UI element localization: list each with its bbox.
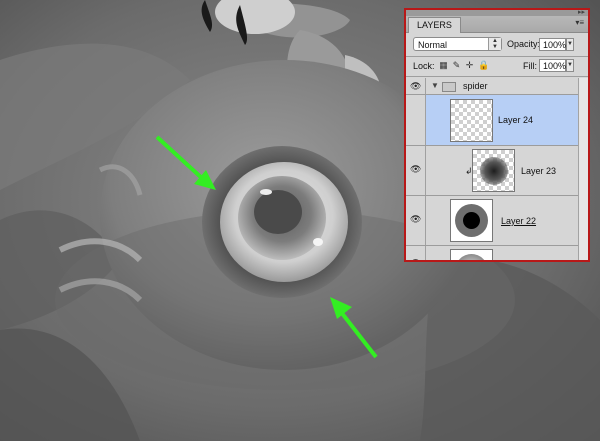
lock-position-icon[interactable]: ✛ xyxy=(465,61,474,70)
layer-row-23[interactable]: 👁 ↲ Layer 23 xyxy=(406,146,588,196)
lock-all-icon[interactable]: 🔒 xyxy=(478,61,489,70)
visibility-toggle[interactable]: 👁 xyxy=(406,246,426,260)
blend-mode-select[interactable]: Normal ▲ ▼ xyxy=(413,37,502,51)
eye-icon: 👁 xyxy=(410,214,422,224)
tab-layers[interactable]: LAYERS xyxy=(408,17,461,33)
fill-label: Fill: xyxy=(523,61,537,71)
collapse-icon[interactable]: ▸▸ xyxy=(578,10,585,16)
panel-title-grip[interactable]: ▸▸ xyxy=(406,10,588,16)
visibility-toggle[interactable]: 👁 xyxy=(406,196,426,245)
layers-scrollbar[interactable] xyxy=(578,78,588,260)
group-name: spider xyxy=(463,81,488,91)
fill-field[interactable]: 100% xyxy=(539,59,566,72)
layer-thumbnail xyxy=(450,99,493,142)
panel-tab-bar: ▸▸ LAYERS ▾≡ xyxy=(406,10,588,33)
visibility-toggle[interactable]: 👁 xyxy=(406,78,426,94)
visibility-toggle[interactable] xyxy=(406,95,426,145)
eye-icon: 👁 xyxy=(410,164,422,174)
layer-name: Layer 23 xyxy=(521,166,557,176)
folder-icon xyxy=(442,82,456,92)
layer-thumbnail xyxy=(450,249,493,260)
disclosure-triangle-icon[interactable]: ▼ xyxy=(431,81,439,90)
layer-name: Layer 24 xyxy=(498,115,534,125)
blend-mode-value: Normal xyxy=(418,40,448,50)
layer-name: Layer 22 xyxy=(501,216,537,226)
opacity-dropdown-icon[interactable]: ▼ xyxy=(566,38,574,51)
layer-row-22[interactable]: 👁 Layer 22 xyxy=(406,196,588,246)
layer-row-24[interactable]: Layer 24 xyxy=(406,95,588,146)
opacity-label: Opacity: xyxy=(507,39,541,49)
panel-menu-icon[interactable]: ▾≡ xyxy=(575,18,584,27)
layers-panel: ▸▸ LAYERS ▾≡ Normal ▲ ▼ Opacity: 100% ▼ L… xyxy=(404,8,590,262)
lock-transparent-pixels-icon[interactable]: ▦ xyxy=(439,61,448,70)
opacity-field[interactable]: 100% xyxy=(539,38,566,51)
visibility-toggle[interactable]: 👁 xyxy=(406,146,426,195)
layer-group-row[interactable]: 👁 ▼ spider xyxy=(406,78,588,95)
layer-row-partial[interactable]: 👁 xyxy=(406,246,588,260)
layer-thumbnail xyxy=(472,149,515,192)
updown-arrows-icon: ▲ ▼ xyxy=(488,38,501,50)
layers-list: 👁 ▼ spider Layer 24 👁 ↲ Layer 23 👁 Layer… xyxy=(406,78,588,260)
lock-label: Lock: xyxy=(413,61,435,71)
lock-image-pixels-icon[interactable]: ✎ xyxy=(452,61,461,70)
eye-icon: 👁 xyxy=(410,81,422,91)
eye-icon: 👁 xyxy=(410,258,421,260)
layer-thumbnail xyxy=(450,199,493,242)
fill-dropdown-icon[interactable]: ▼ xyxy=(566,59,574,72)
